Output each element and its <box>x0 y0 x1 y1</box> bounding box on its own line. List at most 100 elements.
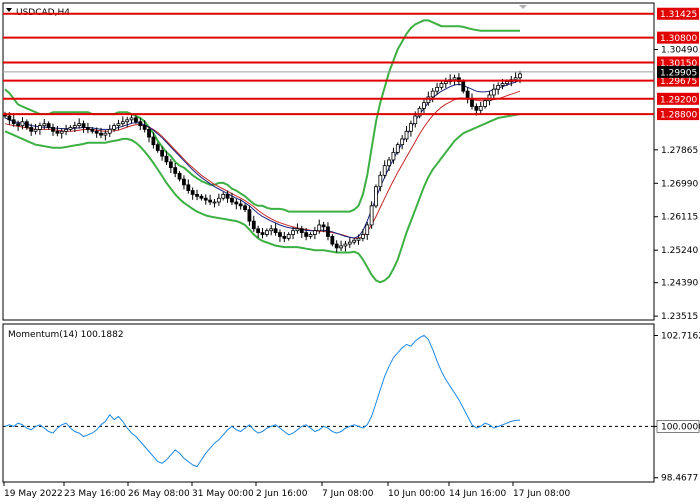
candle-body <box>221 193 226 199</box>
candle-body <box>321 224 326 228</box>
candle-body <box>151 136 156 146</box>
candle-body <box>199 195 204 199</box>
momentum-panel-frame <box>2 323 655 483</box>
level-label: 1.28800 <box>660 111 697 121</box>
bollinger-upper <box>4 19 520 213</box>
candle-body <box>77 123 82 126</box>
scroll-marker-icon[interactable] <box>519 5 527 9</box>
candle-body <box>51 127 55 132</box>
candle-body <box>513 77 518 81</box>
candle-body <box>352 239 357 243</box>
candle-body <box>203 197 208 201</box>
chart-window: USDCAD,H4 1.314251.308001.301501.296751.… <box>0 0 700 500</box>
candle-body <box>38 125 42 130</box>
candle-body <box>264 230 269 235</box>
candle-body <box>125 119 130 123</box>
candle-body <box>356 237 361 241</box>
candle-body <box>291 230 295 235</box>
candle-body <box>343 243 348 247</box>
candle-body <box>413 115 418 125</box>
candle-body <box>116 123 121 126</box>
candle-body <box>278 232 282 237</box>
price-tick-label: 1.27865 <box>661 146 698 156</box>
time-axis: 19 May 2022 23 May 16:00 26 May 08:00 31 Ma… <box>3 482 570 499</box>
candle-body <box>404 130 409 140</box>
candle-body <box>11 119 16 125</box>
bollinger-lower <box>4 113 521 284</box>
candle-body <box>339 245 343 249</box>
candle-body <box>46 123 51 128</box>
time-tick-label: 26 May 08:00 <box>128 489 190 499</box>
candle-body <box>94 130 99 134</box>
candle-body <box>360 234 365 239</box>
price-plot <box>3 19 522 284</box>
price-panel-frame <box>2 2 655 321</box>
candle-body <box>347 241 352 245</box>
ma-fast-line <box>4 80 521 239</box>
momentum-line <box>4 334 521 468</box>
candle-body <box>155 144 160 151</box>
candle-body <box>304 232 309 237</box>
candle-body <box>461 81 466 92</box>
candle-body <box>317 224 322 232</box>
candle-body <box>212 201 217 204</box>
candle-body <box>443 81 448 84</box>
candle-body <box>422 102 426 109</box>
momentum-tick-label: 100.0000 <box>661 422 700 432</box>
candle-body <box>247 209 252 222</box>
candle-body <box>439 83 444 88</box>
candle-body <box>500 83 505 86</box>
candle-body <box>378 174 383 188</box>
candle-body <box>251 220 256 230</box>
candle-body <box>408 123 413 132</box>
candle-body <box>518 73 522 79</box>
candle-body <box>29 127 34 132</box>
momentum-axis: 102.7162 100.0000 98.4677 <box>654 332 700 484</box>
candle-body <box>273 228 278 234</box>
candle-body <box>134 117 138 123</box>
level-label: 1.30800 <box>660 34 697 44</box>
candle-body <box>496 85 501 90</box>
price-tick-label: 1.30490 <box>661 45 698 55</box>
candle-body <box>435 86 439 92</box>
candle-body <box>195 193 199 197</box>
candle-body <box>16 123 20 126</box>
candle-body <box>103 132 108 136</box>
dropdown-triangle-icon[interactable] <box>6 8 12 12</box>
candle-body <box>330 236 335 245</box>
candle-body <box>491 88 496 96</box>
candle-body <box>369 205 374 226</box>
candle-body <box>216 197 221 203</box>
candle-body <box>33 128 38 132</box>
candle-body <box>470 98 474 107</box>
candle-body <box>238 203 243 207</box>
candle-body <box>230 197 234 203</box>
candle-body <box>474 106 479 111</box>
candle-body <box>282 236 287 239</box>
candle-body <box>430 90 435 98</box>
momentum-plot <box>3 334 654 468</box>
current-price-label: 1.29905 <box>660 68 697 78</box>
candle-body <box>81 123 86 128</box>
candle-body <box>7 115 12 121</box>
candle-body <box>168 161 173 169</box>
time-tick-label: 2 Jun 16:00 <box>256 489 308 499</box>
candle-body <box>260 232 265 235</box>
candle-body <box>107 128 112 134</box>
candle-body <box>20 121 25 126</box>
candle-body <box>312 230 317 235</box>
candle-body <box>286 234 291 239</box>
candle-body <box>86 127 90 130</box>
candle-body <box>142 125 147 130</box>
candle-body <box>478 106 483 111</box>
candle-body <box>483 100 487 107</box>
candle-body <box>177 172 182 180</box>
momentum-title: Momentum(14) 100.1882 <box>8 330 124 340</box>
level-label: 1.29675 <box>660 77 697 87</box>
candle-body <box>59 130 64 134</box>
candle-body <box>334 243 339 249</box>
momentum-tick-label: 102.7162 <box>661 332 700 342</box>
candle-body <box>72 125 77 128</box>
time-tick-label: 19 May 2022 <box>4 489 63 499</box>
candle-body <box>243 205 247 211</box>
